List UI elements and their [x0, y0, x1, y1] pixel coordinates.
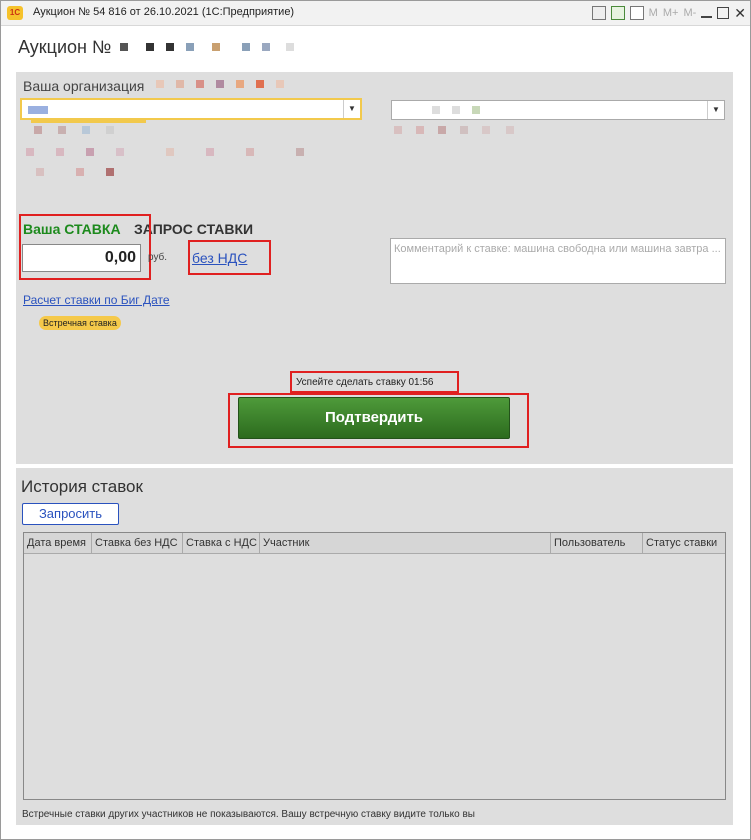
bid-panel: Ваша организация ▼ ▼ Ваша СТАВКА ЗАПРОС …	[16, 72, 733, 464]
chevron-down-icon[interactable]: ▼	[707, 101, 724, 119]
calendar-icon[interactable]	[629, 6, 644, 20]
counter-bid-badge: Встречная ставка	[39, 316, 121, 330]
bid-timer: Успейте сделать ставку 01:56	[296, 377, 434, 388]
col-user[interactable]: Пользователь	[551, 533, 643, 553]
title-bar-tools: M M+ M- ✕	[591, 5, 746, 21]
rate-input[interactable]: 0,00	[22, 244, 141, 272]
rate-request-label: ЗАПРОС СТАВКИ	[134, 221, 254, 237]
redacted-auction-number	[116, 39, 306, 53]
memory-minus-button[interactable]: M-	[683, 7, 696, 19]
currency-label: руб.	[148, 252, 168, 263]
window: 1С Аукцион № 54 816 от 26.10.2021 (1С:Пр…	[0, 0, 751, 840]
history-panel: История ставок Запросить Дата время Став…	[16, 468, 733, 825]
calculator-icon[interactable]	[610, 6, 625, 20]
col-participant[interactable]: Участник	[260, 533, 551, 553]
window-title: Аукцион № 54 816 от 26.10.2021 (1С:Предп…	[33, 6, 295, 18]
app-logo-icon: 1С	[7, 6, 23, 20]
organization-label: Ваша организация	[23, 78, 145, 94]
organization-select[interactable]: ▼	[20, 98, 362, 120]
col-bid-status[interactable]: Статус ставки	[643, 533, 725, 553]
title-bar: 1С Аукцион № 54 816 от 26.10.2021 (1С:Пр…	[1, 1, 750, 26]
close-icon[interactable]: ✕	[734, 6, 746, 20]
memory-plus-button[interactable]: M+	[663, 7, 679, 19]
select-focus-highlight	[31, 119, 146, 123]
minimize-icon[interactable]	[701, 16, 713, 18]
request-history-button[interactable]: Запросить	[22, 503, 119, 525]
big-data-rate-link[interactable]: Расчет ставки по Биг Дате	[23, 293, 170, 307]
redacted-details-right	[394, 126, 544, 140]
print-icon[interactable]	[591, 6, 606, 20]
memory-m-button[interactable]: M	[649, 7, 658, 19]
secondary-organization-select[interactable]: ▼	[391, 100, 725, 120]
maximize-icon[interactable]	[717, 7, 730, 19]
redacted-details-left	[26, 126, 346, 176]
history-table-header: Дата время Ставка без НДС Ставка с НДС У…	[24, 533, 725, 554]
chevron-down-icon[interactable]: ▼	[343, 100, 360, 118]
history-title: История ставок	[21, 477, 143, 496]
vat-mode-link[interactable]: без НДС	[192, 250, 247, 266]
col-rate-with-vat[interactable]: Ставка с НДС	[183, 533, 260, 553]
history-footer-note: Встречные ставки других участников не по…	[22, 809, 475, 820]
confirm-button[interactable]: Подтвердить	[238, 397, 510, 439]
history-table: Дата время Ставка без НДС Ставка с НДС У…	[23, 532, 726, 800]
col-date-time[interactable]: Дата время	[24, 533, 92, 553]
page-title-text: Аукцион №	[18, 37, 112, 57]
redacted-org-name	[156, 80, 296, 90]
rate-comment-field[interactable]: Комментарий к ставке: машина свободна ил…	[390, 238, 726, 284]
col-rate-without-vat[interactable]: Ставка без НДС	[92, 533, 183, 553]
page-title: Аукцион №	[18, 37, 306, 58]
